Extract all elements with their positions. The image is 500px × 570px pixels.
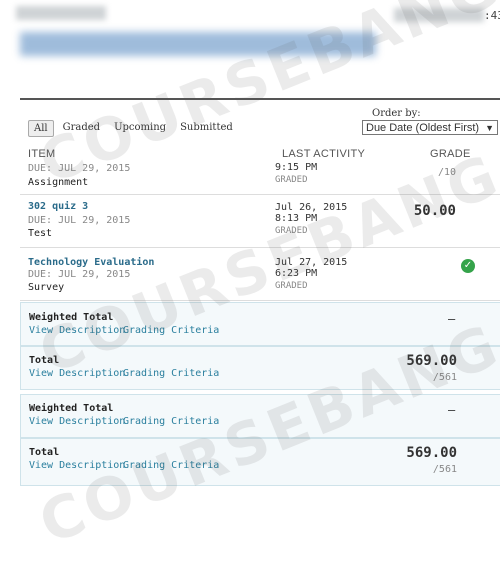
activity-status: GRADED bbox=[275, 175, 308, 185]
due-date: DUE: JUL 29, 2015 bbox=[28, 269, 131, 280]
total-row: Weighted Total View Description Grading … bbox=[20, 302, 500, 346]
activity-time: 6:23 PM bbox=[275, 268, 318, 279]
grades-panel: All Graded Upcoming Submitted Order by: … bbox=[20, 98, 500, 502]
grading-criteria-link[interactable]: Grading Criteria bbox=[123, 416, 219, 427]
checkmark-icon: ✓ bbox=[461, 259, 475, 273]
grade-value: 569.00 bbox=[406, 353, 457, 369]
blurred-user-info bbox=[394, 8, 484, 22]
grade-value: 569.00 bbox=[406, 445, 457, 461]
order-by-value: Due Date (Oldest First) bbox=[366, 122, 480, 134]
total-label: Total bbox=[29, 355, 60, 366]
item-type: Survey bbox=[28, 282, 65, 293]
activity-status: GRADED bbox=[275, 281, 308, 291]
grade-out-of: /561 bbox=[432, 372, 457, 383]
activity-status: GRADED bbox=[275, 226, 308, 236]
total-row: Total View Description Grading Criteria … bbox=[20, 438, 500, 486]
due-date: DUE: JUL 29, 2015 bbox=[28, 215, 131, 226]
blurred-page-title bbox=[20, 32, 376, 56]
grade-value: 50.00 bbox=[413, 203, 456, 219]
item-link[interactable]: Technology Evaluation bbox=[28, 257, 154, 268]
grade-out-of: /561 bbox=[432, 464, 457, 475]
grade-row[interactable]: 302 quiz 3 DUE: JUL 29, 2015 Test Jul 26… bbox=[20, 195, 500, 248]
activity-date: Jul 27, 2015 bbox=[275, 257, 348, 268]
view-description-link[interactable]: View Description bbox=[29, 325, 125, 336]
grade-out-of: /10 bbox=[437, 167, 456, 178]
grading-criteria-link[interactable]: Grading Criteria bbox=[123, 325, 219, 336]
total-label: Weighted Total bbox=[29, 312, 114, 323]
view-description-link[interactable]: View Description bbox=[29, 416, 125, 427]
item-type: Assignment bbox=[28, 177, 89, 188]
column-header-item: ITEM bbox=[28, 148, 56, 160]
filter-tabs: All Graded Upcoming Submitted bbox=[28, 120, 238, 137]
total-row: Total View Description Grading Criteria … bbox=[20, 346, 500, 390]
item-type: Test bbox=[28, 228, 53, 239]
view-description-link[interactable]: View Description bbox=[29, 460, 125, 471]
item-link[interactable]: 302 quiz 3 bbox=[28, 201, 88, 212]
caret-down-icon: ▼ bbox=[485, 123, 494, 133]
blurred-breadcrumb bbox=[16, 6, 106, 20]
clock-text: :43 bbox=[484, 9, 500, 22]
grade-row[interactable]: Technology Evaluation DUE: JUL 29, 2015 … bbox=[20, 248, 500, 301]
activity-time: 9:15 PM bbox=[275, 162, 318, 173]
filter-upcoming[interactable]: Upcoming bbox=[109, 120, 171, 137]
grade-value: – bbox=[448, 403, 456, 417]
grade-row[interactable]: DUE: JUL 29, 2015 Assignment 9:15 PM GRA… bbox=[20, 160, 500, 195]
grading-criteria-link[interactable]: Grading Criteria bbox=[123, 460, 219, 471]
due-date: DUE: JUL 29, 2015 bbox=[28, 163, 131, 174]
column-header-grade: GRADE bbox=[430, 148, 471, 160]
grade-value: – bbox=[448, 312, 456, 326]
view-description-link[interactable]: View Description bbox=[29, 368, 125, 379]
filter-all[interactable]: All bbox=[28, 120, 54, 137]
blurred-header: :43 bbox=[0, 0, 500, 100]
grading-criteria-link[interactable]: Grading Criteria bbox=[123, 368, 219, 379]
activity-date: Jul 26, 2015 bbox=[275, 202, 348, 213]
total-label: Total bbox=[29, 447, 60, 458]
activity-time: 8:13 PM bbox=[275, 213, 318, 224]
total-label: Weighted Total bbox=[29, 403, 114, 414]
column-header-last-activity: LAST ACTIVITY bbox=[282, 148, 366, 160]
order-by-label: Order by: bbox=[372, 108, 421, 119]
filter-graded[interactable]: Graded bbox=[58, 120, 105, 137]
filter-submitted[interactable]: Submitted bbox=[175, 120, 238, 137]
total-row: Weighted Total View Description Grading … bbox=[20, 394, 500, 438]
order-by-select[interactable]: Due Date (Oldest First) ▼ bbox=[362, 120, 498, 135]
